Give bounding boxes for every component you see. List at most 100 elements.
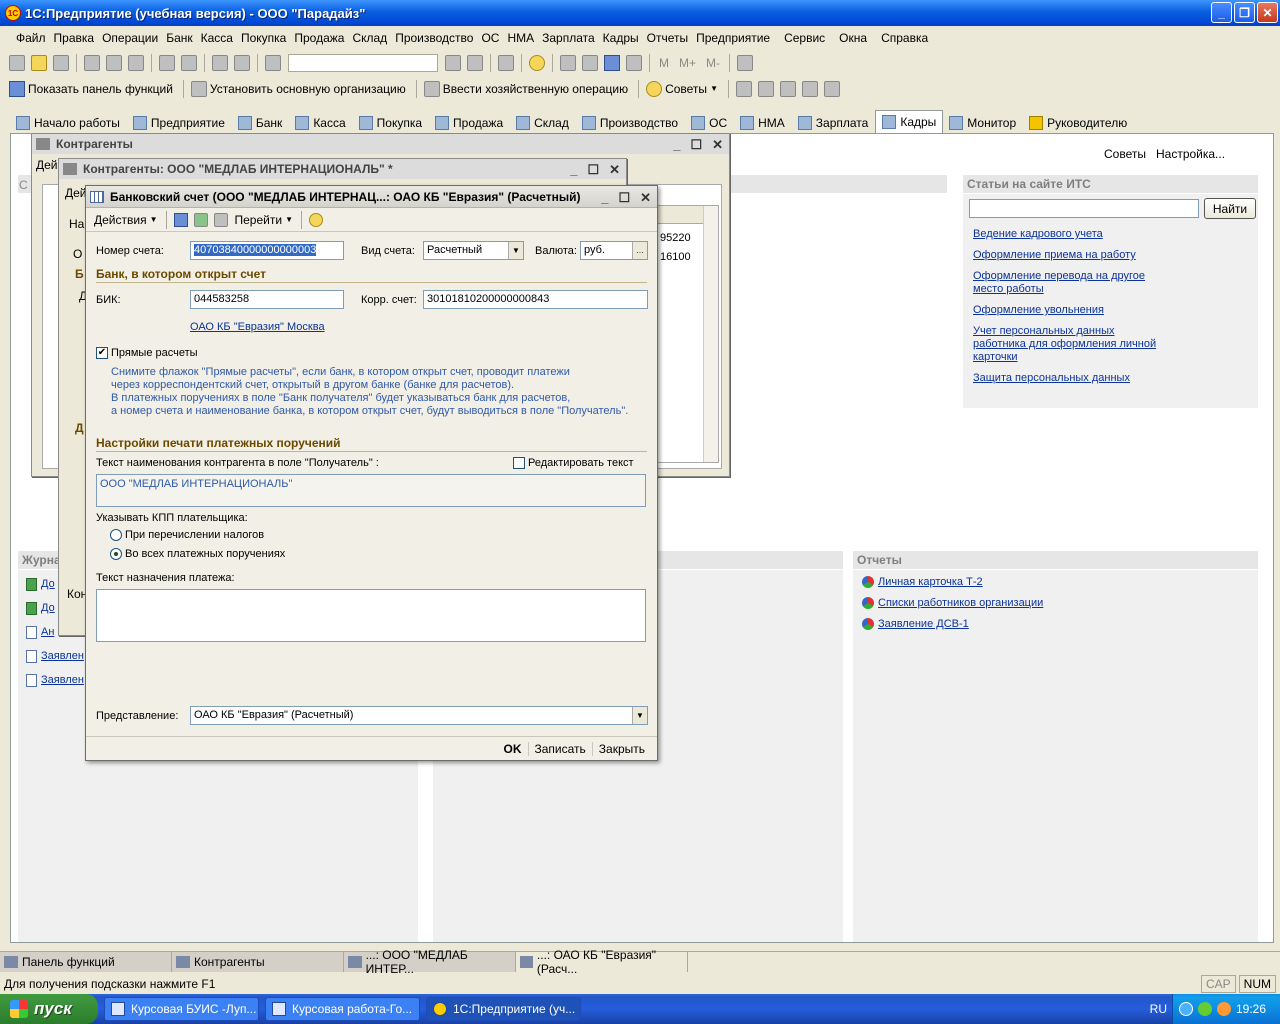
direct-payments-checkbox[interactable]: ✔ xyxy=(96,347,108,359)
maximize-icon[interactable]: ☐ xyxy=(690,137,702,153)
tips-link[interactable]: Советы xyxy=(1104,147,1146,161)
paste-icon[interactable] xyxy=(128,54,144,71)
report-item[interactable]: Личная карточка Т-2 xyxy=(862,576,1043,588)
menu-help[interactable]: Справка xyxy=(881,31,928,45)
minimize-icon[interactable]: _ xyxy=(601,190,608,206)
copy-record-icon[interactable] xyxy=(213,212,228,227)
minimize-button[interactable]: _ xyxy=(1211,2,1232,23)
tab-enterprise[interactable]: Предприятие xyxy=(127,112,232,133)
language-indicator[interactable]: RU xyxy=(1150,1002,1167,1016)
account-number-field[interactable]: 40703840000000000003 xyxy=(190,241,344,260)
windows-icon[interactable] xyxy=(498,54,514,71)
windowbar-item[interactable]: Панель функций xyxy=(0,952,172,972)
documents-icon[interactable] xyxy=(757,80,774,97)
report-icon[interactable] xyxy=(823,80,840,97)
tab-warehouse[interactable]: Склад xyxy=(510,112,576,133)
redo-icon[interactable] xyxy=(234,54,250,71)
tab-monitor[interactable]: Монитор xyxy=(943,112,1023,133)
help-icon[interactable] xyxy=(308,212,323,227)
memory-minus-button[interactable]: M- xyxy=(706,56,720,70)
find-next-icon[interactable] xyxy=(445,54,461,71)
tab-purchase[interactable]: Покупка xyxy=(353,112,429,133)
menu-operations[interactable]: Операции xyxy=(102,31,158,45)
its-find-button[interactable]: Найти xyxy=(1204,198,1256,219)
journal-item[interactable]: Заявлен xyxy=(26,648,84,664)
edit-text-checkbox[interactable] xyxy=(513,457,525,469)
users-icon[interactable] xyxy=(779,80,796,97)
refresh-icon[interactable] xyxy=(193,212,208,227)
open-folder-icon[interactable] xyxy=(31,54,47,71)
menu-edit[interactable]: Правка xyxy=(54,31,95,45)
menu-hr[interactable]: Кадры xyxy=(603,31,639,45)
menu-salary[interactable]: Зарплата xyxy=(542,31,595,45)
preview-icon[interactable] xyxy=(181,54,197,71)
show-panel-button[interactable]: Показать панель функций xyxy=(6,80,173,97)
maximize-button[interactable]: ❐ xyxy=(1234,2,1255,23)
close-dialog-button[interactable]: Закрыть xyxy=(591,741,651,756)
security-icon[interactable] xyxy=(1197,1002,1212,1016)
menu-nma[interactable]: НМА xyxy=(507,31,534,45)
tab-management[interactable]: Руководителю xyxy=(1023,112,1134,133)
goto-menu-button[interactable]: Перейти ▼ xyxy=(231,213,297,227)
save-record-icon[interactable] xyxy=(173,212,188,227)
minimize-icon[interactable]: _ xyxy=(570,162,577,178)
bik-field[interactable]: 044583258 xyxy=(190,290,344,309)
update-icon[interactable] xyxy=(1216,1002,1231,1016)
its-link[interactable]: Оформление увольнения xyxy=(973,304,1163,317)
save-button[interactable]: Записать xyxy=(527,741,592,756)
its-link[interactable]: Учет персональных данных работника для о… xyxy=(973,325,1163,364)
tab-nma[interactable]: НМА xyxy=(734,112,792,133)
account-type-select[interactable]: Расчетный ▼ xyxy=(423,241,524,260)
windowbar-item[interactable]: Контрагенты xyxy=(172,952,344,972)
kpp-taxes-radio[interactable] xyxy=(110,529,122,541)
recipient-text-field[interactable]: ООО "МЕДЛАБ ИНТЕРНАЦИОНАЛЬ" xyxy=(96,474,646,507)
payment-purpose-field[interactable] xyxy=(96,589,646,642)
its-link[interactable]: Защита персональных данных xyxy=(973,372,1163,385)
representation-field[interactable]: ОАО КБ "Евразия" (Расчетный) ▼ xyxy=(190,706,648,725)
print-icon[interactable] xyxy=(159,54,175,71)
copy-icon[interactable] xyxy=(106,54,122,71)
menu-purchase[interactable]: Покупка xyxy=(241,31,286,45)
enter-operation-button[interactable]: Ввести хозяйственную операцию xyxy=(421,80,628,97)
its-link[interactable]: Оформление приема на работу xyxy=(973,249,1163,262)
journal-icon[interactable] xyxy=(801,80,818,97)
undo-icon[interactable] xyxy=(212,54,228,71)
tab-sale[interactable]: Продажа xyxy=(429,112,510,133)
search-combo[interactable] xyxy=(288,53,438,72)
start-button[interactable]: пуск xyxy=(0,994,98,1024)
maximize-icon[interactable]: ☐ xyxy=(587,162,599,178)
menu-enterprise[interactable]: Предприятие xyxy=(696,31,770,45)
settings-link[interactable]: Настройка... xyxy=(1156,147,1225,161)
tips-button[interactable]: Советы ▼ xyxy=(643,80,718,97)
ellipsis-icon[interactable]: … xyxy=(632,242,647,259)
menu-bank[interactable]: Банк xyxy=(166,31,192,45)
menu-cash[interactable]: Касса xyxy=(201,31,233,45)
close-icon[interactable]: ✕ xyxy=(640,190,651,206)
scrollbar[interactable] xyxy=(703,206,718,462)
report-item[interactable]: Заявление ДСВ-1 xyxy=(862,618,1043,630)
menu-file[interactable]: Файл xyxy=(16,31,46,45)
menu-service[interactable]: Сервис xyxy=(784,31,825,45)
report-item[interactable]: Списки работников организации xyxy=(862,597,1043,609)
corr-account-field[interactable]: 30101810200000000843 xyxy=(423,290,648,309)
menu-warehouse[interactable]: Склад xyxy=(352,31,387,45)
set-main-org-button[interactable]: Установить основную организацию xyxy=(188,80,406,97)
network-icon[interactable] xyxy=(1178,1002,1193,1016)
windowbar-item[interactable]: ...: ООО "МЕДЛАБ ИНТЕР... xyxy=(344,948,516,976)
close-button[interactable]: ✕ xyxy=(1257,2,1278,23)
info-icon[interactable] xyxy=(529,54,545,71)
menu-sale[interactable]: Продажа xyxy=(294,31,344,45)
reference-icon[interactable] xyxy=(735,80,752,97)
maximize-icon[interactable]: ☐ xyxy=(618,190,630,206)
taskbar-item[interactable]: Курсовая БУИС -Луп... xyxy=(104,997,259,1021)
new-document-icon[interactable] xyxy=(9,54,25,71)
its-search-input[interactable] xyxy=(969,199,1199,218)
menu-production[interactable]: Производство xyxy=(395,31,473,45)
chevron-down-icon[interactable]: ▼ xyxy=(508,242,523,259)
memory-plus-button[interactable]: M+ xyxy=(679,56,696,70)
tools-icon[interactable] xyxy=(737,54,754,71)
search-icon[interactable] xyxy=(265,54,281,71)
chevron-down-icon[interactable]: ▼ xyxy=(632,707,647,724)
find-prev-icon[interactable] xyxy=(467,54,483,71)
actions-menu-button[interactable]: Действия ▼ xyxy=(90,213,162,227)
